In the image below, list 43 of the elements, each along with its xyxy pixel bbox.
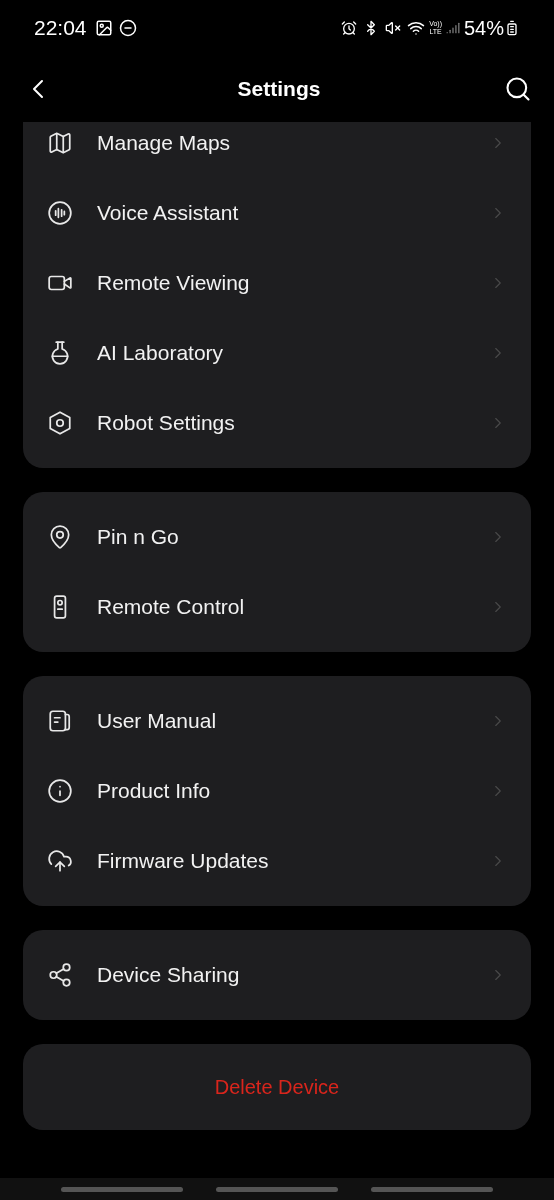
page-title: Settings: [236, 75, 322, 102]
sound-wave-icon: [47, 200, 73, 226]
settings-item[interactable]: Product Info: [23, 756, 531, 826]
item-label: Product Info: [97, 778, 212, 805]
mute-icon: [385, 19, 402, 36]
item-label: Robot Settings: [97, 410, 236, 437]
item-label: AI Laboratory: [97, 340, 225, 367]
settings-item[interactable]: Remote Viewing: [23, 248, 531, 318]
search-button[interactable]: [504, 74, 532, 103]
info-icon: [47, 778, 73, 804]
settings-item[interactable]: Device Sharing: [23, 940, 531, 1010]
item-label: Manage Maps: [97, 130, 232, 157]
item-label: Pin n Go: [97, 524, 180, 551]
settings-item[interactable]: Robot Settings: [23, 388, 531, 458]
settings-item[interactable]: Pin n Go: [23, 502, 531, 572]
nav-handle[interactable]: [371, 1186, 493, 1192]
item-label: Remote Viewing: [97, 270, 251, 297]
hexagon-nut-icon: [47, 410, 73, 436]
settings-item[interactable]: User Manual: [23, 686, 531, 756]
nav-handle[interactable]: [216, 1186, 338, 1192]
manual-icon: [47, 708, 73, 734]
item-label: Remote Control: [97, 594, 246, 621]
settings-item[interactable]: Remote Control: [23, 572, 531, 642]
signal-icon: [445, 20, 460, 35]
settings-item[interactable]: Firmware Updates: [23, 826, 531, 896]
nav-handle[interactable]: [61, 1186, 183, 1192]
item-label: Device Sharing: [97, 962, 241, 989]
search-icon: [504, 74, 532, 103]
settings-item[interactable]: Manage Maps: [23, 122, 531, 178]
settings-item[interactable]: Voice Assistant: [23, 178, 531, 248]
item-label: Firmware Updates: [97, 848, 270, 875]
alarm-icon: [341, 19, 358, 36]
battery-icon: [504, 19, 520, 36]
image-icon: [94, 18, 113, 37]
battery-percent: 54%: [463, 15, 504, 41]
cloud-upload-icon: [47, 848, 73, 874]
status-time: 22:04: [34, 14, 87, 41]
do-not-disturb-icon: [118, 18, 137, 37]
map-icon: [47, 130, 73, 156]
item-label: User Manual: [97, 708, 218, 735]
item-label: Voice Assistant: [97, 200, 240, 227]
share-icon: [47, 962, 73, 988]
settings-item[interactable]: AI Laboratory: [23, 318, 531, 388]
